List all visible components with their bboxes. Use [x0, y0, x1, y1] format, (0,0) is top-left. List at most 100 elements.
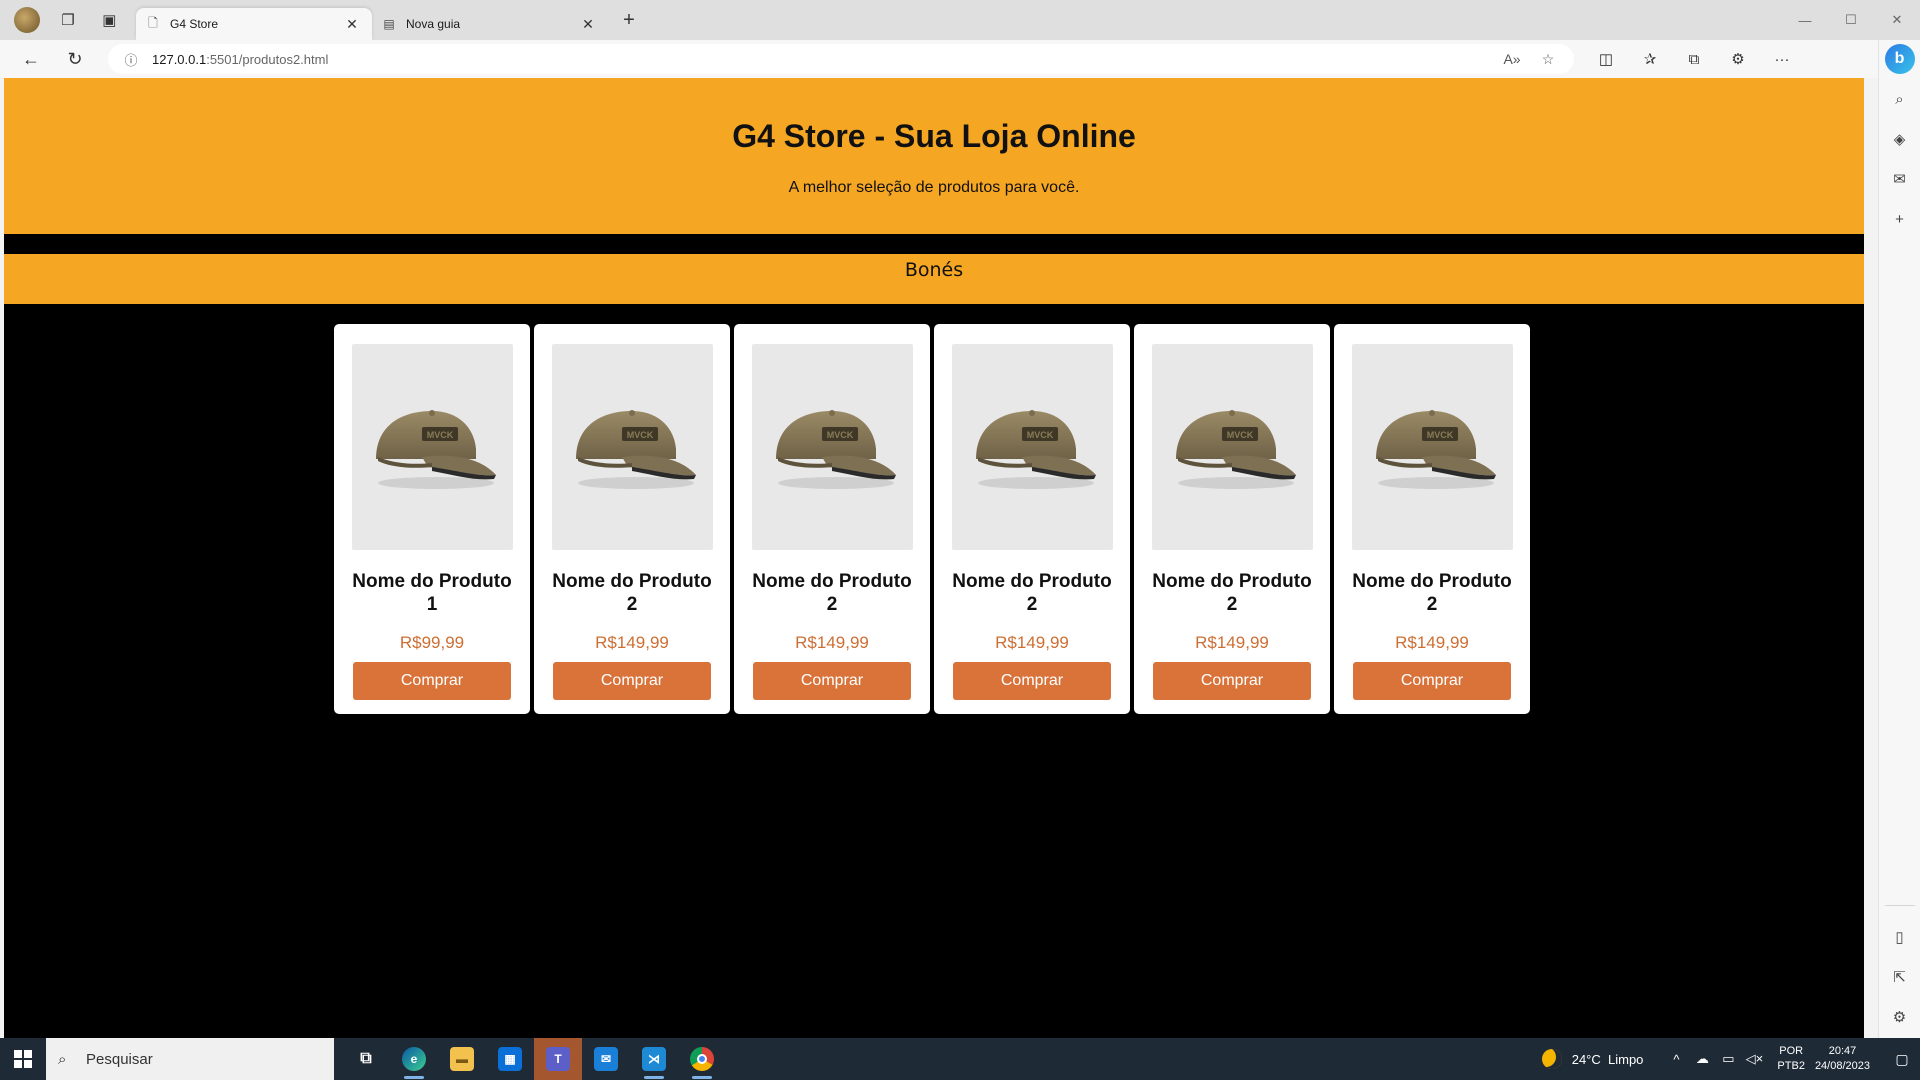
- edge-app-icon[interactable]: e: [390, 1038, 438, 1080]
- profile-avatar[interactable]: [13, 7, 40, 33]
- add-sidebar-app-icon[interactable]: +: [1885, 204, 1915, 234]
- product-price: R$99,99: [399, 633, 465, 652]
- task-view-icon[interactable]: ⧉: [342, 1038, 390, 1080]
- minimize-icon[interactable]: —: [1782, 0, 1828, 40]
- new-tab-button[interactable]: +: [614, 5, 644, 35]
- product-name: Nome do Produto 2: [1352, 571, 1512, 615]
- mail-icon[interactable]: ✉: [582, 1038, 630, 1080]
- search-icon: ⌕: [58, 1050, 67, 1068]
- tab-title: Nova guia: [406, 17, 461, 31]
- tab-g4-store[interactable]: 🗋 G4 Store ✕: [136, 8, 372, 40]
- weather-condition: Limpo: [1608, 1051, 1644, 1067]
- site-header: G4 Store - Sua Loja Online A melhor sele…: [4, 78, 1864, 234]
- product-grid: MVCK Nome do Produto 1 R$99,99 Comprar M…: [334, 324, 1530, 714]
- clock-time: 20:47: [1828, 1045, 1857, 1057]
- tab-strip-leading-controls: ❐ ▣: [0, 0, 136, 40]
- copilot-icon[interactable]: ◈: [1885, 124, 1915, 154]
- buy-button[interactable]: Comprar: [953, 662, 1111, 700]
- tab-nova-guia[interactable]: ▤ Nova guia ✕: [372, 8, 608, 40]
- keyboard-layout: PTB2: [1777, 1060, 1805, 1072]
- moon-icon: [1541, 1049, 1562, 1069]
- windows-logo-icon: [14, 1050, 32, 1068]
- product-price: R$149,99: [995, 633, 1069, 652]
- language-code: POR: [1779, 1045, 1804, 1057]
- avatar-icon: [13, 7, 40, 33]
- windows-taskbar: ⌕ Pesquisar ⧉ e ▬ ▦ T ✉ ⋊ 24°C Limpo ^ ☁…: [0, 1038, 1920, 1080]
- more-options-icon[interactable]: ···: [1760, 44, 1804, 74]
- site-info-icon[interactable]: ⓘ: [120, 48, 142, 70]
- svg-text:MVCK: MVCK: [427, 430, 454, 440]
- chrome-icon[interactable]: [678, 1038, 726, 1080]
- teams-icon[interactable]: T: [534, 1038, 582, 1080]
- chevron-up-icon[interactable]: ^: [1665, 1052, 1687, 1067]
- clock[interactable]: 20:47 24/08/2023: [1815, 1044, 1870, 1074]
- edge-sidebar: b ⌕ ◈ ✉ + ▯ ⇱ ⚙: [1878, 40, 1920, 1038]
- tab-title: G4 Store: [170, 17, 219, 31]
- cap-product-image[interactable]: MVCK: [1151, 344, 1313, 550]
- taskbar-search-placeholder: Pesquisar: [86, 1050, 153, 1068]
- weather-widget[interactable]: 24°C Limpo: [1541, 1049, 1644, 1069]
- onedrive-icon[interactable]: ☁: [1691, 1051, 1713, 1067]
- open-external-icon[interactable]: ⇱: [1885, 962, 1915, 992]
- address-bar-row: ← ↻ ⓘ 127.0.0.1:5501/produtos2.html A» ☆…: [0, 40, 1878, 78]
- sidebar-toggle-icon[interactable]: ▯: [1885, 922, 1915, 952]
- cap-product-image[interactable]: MVCK: [551, 344, 713, 550]
- back-button[interactable]: ←: [14, 44, 48, 74]
- favorites-icon[interactable]: ✰: [1628, 44, 1672, 74]
- split-screen-icon[interactable]: ◫: [1584, 44, 1628, 74]
- cap-product-image[interactable]: MVCK: [1351, 344, 1513, 550]
- collections-icon[interactable]: ⧉: [1672, 44, 1716, 74]
- svg-text:MVCK: MVCK: [1427, 430, 1454, 440]
- taskbar-search[interactable]: ⌕ Pesquisar: [46, 1038, 334, 1080]
- close-window-icon[interactable]: ✕: [1874, 0, 1920, 40]
- maximize-icon[interactable]: ☐: [1828, 0, 1874, 40]
- product-name: Nome do Produto 2: [552, 571, 712, 615]
- weather-temperature: 24°C: [1571, 1051, 1601, 1067]
- cap-product-image[interactable]: MVCK: [351, 344, 513, 550]
- input-language[interactable]: POR PTB2: [1777, 1044, 1805, 1074]
- url-host: 127.0.0.1: [152, 51, 207, 67]
- close-tab-icon[interactable]: ✕: [342, 14, 362, 34]
- product-name: Nome do Produto 1: [352, 571, 512, 615]
- svg-text:MVCK: MVCK: [1027, 430, 1054, 440]
- svg-text:MVCK: MVCK: [627, 430, 654, 440]
- address-bar[interactable]: ⓘ 127.0.0.1:5501/produtos2.html A» ☆: [108, 44, 1574, 74]
- product-card: MVCK Nome do Produto 2 R$149,99 Comprar: [1134, 324, 1330, 714]
- product-name: Nome do Produto 2: [752, 571, 912, 615]
- network-icon[interactable]: ▭: [1717, 1051, 1739, 1067]
- buy-button[interactable]: Comprar: [753, 662, 911, 700]
- start-button[interactable]: [0, 1038, 46, 1080]
- favorite-star-icon[interactable]: ☆: [1534, 47, 1562, 71]
- buy-button[interactable]: Comprar: [353, 662, 511, 700]
- url-path: :5501/produtos2.html: [206, 51, 329, 67]
- bing-chat-icon[interactable]: b: [1884, 44, 1915, 74]
- vertical-tabs-icon[interactable]: ▣: [96, 7, 122, 33]
- notifications-icon[interactable]: ▢: [1884, 1051, 1920, 1068]
- page-title: G4 Store - Sua Loja Online: [732, 118, 1136, 154]
- close-tab-icon[interactable]: ✕: [578, 14, 598, 34]
- category-bar: Bonés: [4, 254, 1864, 304]
- buy-button[interactable]: Comprar: [553, 662, 711, 700]
- read-aloud-icon[interactable]: A»: [1498, 47, 1526, 71]
- page-viewport: G4 Store - Sua Loja Online A melhor sele…: [4, 78, 1864, 1038]
- vscode-icon[interactable]: ⋊: [630, 1038, 678, 1080]
- cap-product-image[interactable]: MVCK: [951, 344, 1113, 550]
- outlook-icon[interactable]: ✉: [1885, 164, 1915, 194]
- browser-toolbar: ◫ ✰ ⧉ ⚙ ···: [1584, 44, 1804, 74]
- buy-button[interactable]: Comprar: [1153, 662, 1311, 700]
- search-icon[interactable]: ⌕: [1885, 84, 1915, 114]
- volume-muted-icon[interactable]: ◁×: [1743, 1051, 1765, 1067]
- product-price: R$149,99: [595, 633, 669, 652]
- workspaces-icon[interactable]: ❐: [55, 7, 81, 33]
- store-icon[interactable]: ▦: [486, 1038, 534, 1080]
- settings-gear-icon[interactable]: ⚙: [1885, 1002, 1915, 1032]
- extensions-icon[interactable]: ⚙: [1716, 44, 1760, 74]
- file-explorer-icon[interactable]: ▬: [438, 1038, 486, 1080]
- taskbar-apps: ⧉ e ▬ ▦ T ✉ ⋊: [342, 1038, 726, 1080]
- refresh-button[interactable]: ↻: [58, 44, 92, 74]
- product-card: MVCK Nome do Produto 2 R$149,99 Comprar: [1334, 324, 1530, 714]
- buy-button[interactable]: Comprar: [1353, 662, 1511, 700]
- cap-product-image[interactable]: MVCK: [751, 344, 913, 550]
- window-controls: — ☐ ✕: [1782, 0, 1920, 40]
- product-card: MVCK Nome do Produto 2 R$149,99 Comprar: [534, 324, 730, 714]
